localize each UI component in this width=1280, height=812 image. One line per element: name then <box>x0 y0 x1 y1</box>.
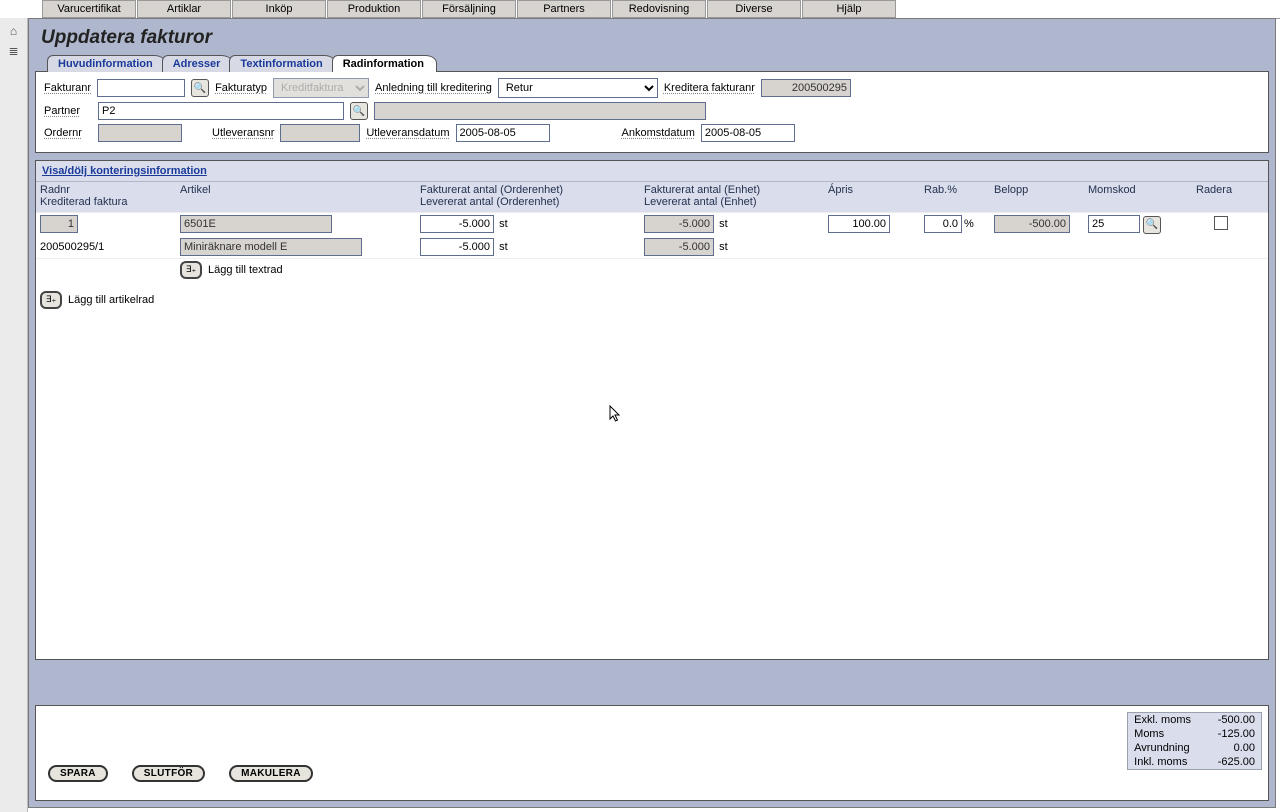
totals-exkl-label: Exkl. moms <box>1134 714 1191 726</box>
row-momskod[interactable] <box>1088 215 1140 233</box>
col-fakt-order: Fakturerat antal (Orderenhet) <box>420 184 644 196</box>
row-apris[interactable] <box>828 215 890 233</box>
ankomstdatum-label: Ankomstdatum <box>622 127 695 139</box>
fakturanr-input[interactable] <box>97 79 185 97</box>
header-form-panel: Fakturanr 🔍 Fakturatyp Kreditfaktura Anl… <box>35 71 1269 153</box>
partner-lookup-icon[interactable]: 🔍 <box>350 102 368 120</box>
grid-column-headers: Radnr Krediterad faktura Artikel Fakture… <box>36 182 1268 212</box>
utleveransnr-label: Utleveransnr <box>212 127 274 139</box>
makulera-button[interactable]: MAKULERA <box>229 765 313 782</box>
row-artikel-code: 6501E <box>180 215 332 233</box>
ankomstdatum-input[interactable] <box>701 124 795 142</box>
menu-redovisning[interactable]: Redovisning <box>612 0 706 18</box>
menu-partners[interactable]: Partners <box>517 0 611 18</box>
toggle-kontering-link[interactable]: Visa/dölj konteringsinformation <box>42 165 207 177</box>
ordernr-value <box>98 124 182 142</box>
row-fakt-enhet-qty: -5.000 <box>644 215 714 233</box>
add-textrow-row: ∃₊ Lägg till textrad <box>36 258 1268 281</box>
row-rab[interactable] <box>924 215 962 233</box>
col-artikel: Artikel <box>180 184 420 196</box>
fakturatyp-label: Fakturatyp <box>215 82 267 94</box>
col-lev-enhet: Levererat antal (Enhet) <box>644 196 828 208</box>
row-lev-order-qty[interactable] <box>420 238 494 256</box>
tab-huvudinformation[interactable]: Huvudinformation <box>47 55 166 72</box>
col-radnr: Radnr <box>40 184 180 196</box>
row-rab-unit: % <box>964 218 974 230</box>
totals-inkl-value: -625.00 <box>1203 756 1255 768</box>
utleveransdatum-label: Utleveransdatum <box>366 127 449 139</box>
momskod-lookup-icon[interactable]: 🔍 <box>1143 216 1161 234</box>
row-unit-1: st <box>499 218 508 230</box>
totals-box: Exkl. moms -500.00 Moms -125.00 Avrundning… <box>1127 712 1262 770</box>
fakturanr-lookup-icon[interactable]: 🔍 <box>191 79 209 97</box>
row-unit-3: st <box>499 241 508 253</box>
col-momskod: Momskod <box>1088 184 1196 196</box>
totals-moms-value: -125.00 <box>1203 728 1255 740</box>
grid-panel: Visa/dölj konteringsinformation Radnr Kr… <box>35 160 1269 660</box>
menu-artiklar[interactable]: Artiklar <box>137 0 231 18</box>
tab-radinformation[interactable]: Radinformation <box>332 55 437 72</box>
spara-button[interactable]: SPARA <box>48 765 108 782</box>
tab-textinformation[interactable]: Textinformation <box>229 55 335 72</box>
menu-diverse[interactable]: Diverse <box>707 0 801 18</box>
add-articlerow-button[interactable]: ∃₊ <box>40 291 62 309</box>
fakturanr-label: Fakturanr <box>44 82 91 94</box>
row-unit-2: st <box>719 218 728 230</box>
partner-desc <box>374 102 706 120</box>
slutfor-button[interactable]: SLUTFÖR <box>132 765 205 782</box>
col-belopp: Belopp <box>994 184 1088 196</box>
col-apris: Ápris <box>828 184 924 196</box>
totals-avr-label: Avrundning <box>1134 742 1189 754</box>
kreditera-value: 200500295 <box>761 79 851 97</box>
row-lev-enhet-qty: -5.000 <box>644 238 714 256</box>
page-title: Uppdatera fakturor <box>29 19 1275 55</box>
anledning-select[interactable]: Retur <box>498 78 658 98</box>
table-row: 1 6501E st -5.000 st % -500.00 <box>36 212 1268 236</box>
row-fakt-order-qty[interactable] <box>420 215 494 233</box>
row-radera-checkbox[interactable] <box>1214 216 1228 230</box>
footer-panel: SPARA SLUTFÖR MAKULERA Exkl. moms -500.00… <box>35 705 1269 801</box>
menu-forsaljning[interactable]: Försäljning <box>422 0 516 18</box>
table-row: 200500295/1 Miniräknare modell E st -5.0… <box>36 236 1268 258</box>
kreditera-label: Kreditera fakturanr <box>664 82 755 94</box>
left-gutter: ⌂ ≣ <box>0 18 28 812</box>
menu-inkop[interactable]: Inköp <box>232 0 326 18</box>
totals-inkl-label: Inkl. moms <box>1134 756 1187 768</box>
col-lev-order: Levererat antal (Orderenhet) <box>420 196 644 208</box>
row-krediterad: 200500295/1 <box>40 241 104 253</box>
row-radnr: 1 <box>40 215 78 233</box>
fakturatyp-select: Kreditfaktura <box>273 78 369 98</box>
utleveransnr-value <box>280 124 360 142</box>
tab-adresser[interactable]: Adresser <box>162 55 234 72</box>
tabs: Huvudinformation Adresser Textinformatio… <box>29 55 1275 72</box>
col-krediterad: Krediterad faktura <box>40 196 180 208</box>
ordernr-label: Ordernr <box>44 127 92 139</box>
partner-label: Partner <box>44 105 92 117</box>
add-textrow-button[interactable]: ∃₊ <box>180 261 202 279</box>
row-artikel-name: Miniräknare modell E <box>180 238 362 256</box>
totals-exkl-value: -500.00 <box>1203 714 1255 726</box>
col-rab: Rab.% <box>924 184 994 196</box>
menu-produktion[interactable]: Produktion <box>327 0 421 18</box>
home-icon[interactable]: ⌂ <box>0 24 27 38</box>
top-menu: Varucertifikat Artiklar Inköp Produktion… <box>0 0 1280 19</box>
menu-varucertifikat[interactable]: Varucertifikat <box>42 0 136 18</box>
menu-hjalp[interactable]: Hjälp <box>802 0 896 18</box>
anledning-label: Anledning till kreditering <box>375 82 492 94</box>
col-fakt-enhet: Fakturerat antal (Enhet) <box>644 184 828 196</box>
add-articlerow-label: Lägg till artikelrad <box>68 294 154 306</box>
add-textrow-label: Lägg till textrad <box>208 264 283 276</box>
main-panel: Uppdatera fakturor Huvudinformation Adre… <box>28 18 1276 808</box>
partner-input[interactable] <box>98 102 344 120</box>
utleveransdatum-input[interactable] <box>456 124 550 142</box>
totals-moms-label: Moms <box>1134 728 1164 740</box>
row-belopp: -500.00 <box>994 215 1070 233</box>
row-unit-4: st <box>719 241 728 253</box>
totals-avr-value: 0.00 <box>1203 742 1255 754</box>
col-radera: Radera <box>1196 184 1246 196</box>
list-icon[interactable]: ≣ <box>0 44 27 58</box>
